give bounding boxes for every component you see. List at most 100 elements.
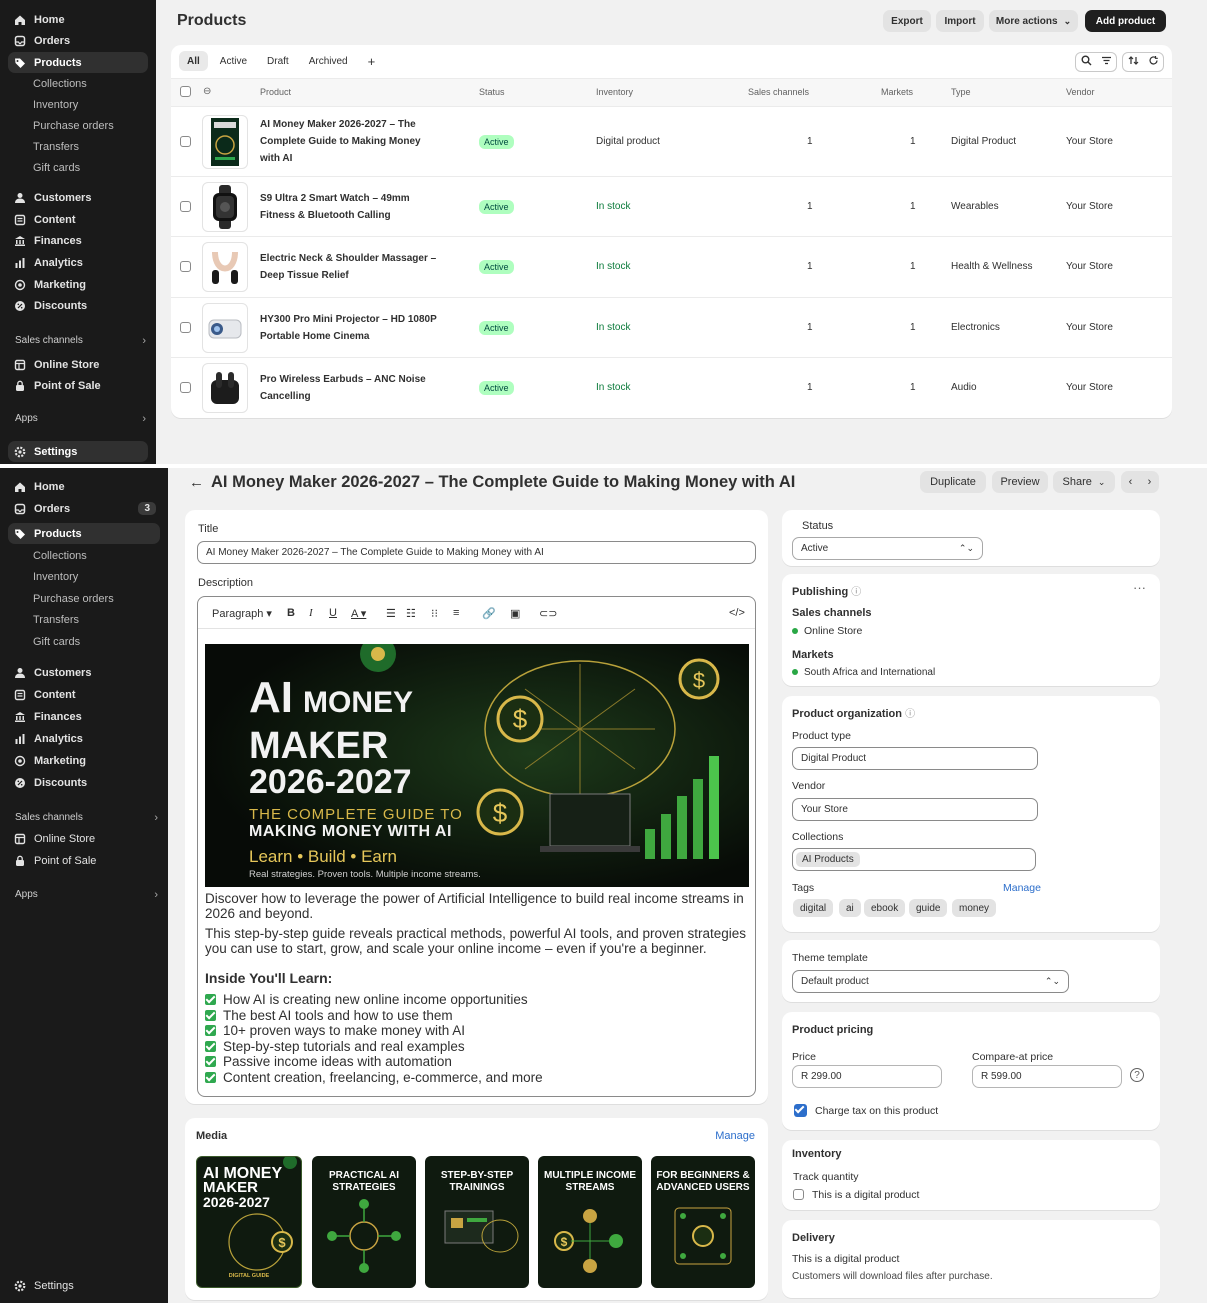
duplicate-button[interactable]: Duplicate [920, 471, 986, 493]
text-color-icon[interactable]: A ▾ [351, 607, 366, 620]
tag-chip[interactable]: ai [839, 899, 861, 917]
sidebar-item-inventory[interactable]: Inventory [8, 566, 160, 587]
paragraph-dropdown[interactable]: Paragraph ▾ [212, 607, 272, 620]
align-icon[interactable]: ☰ [386, 607, 396, 620]
sidebar-item-purchase-orders[interactable]: Purchase orders [8, 588, 160, 609]
tab-all[interactable]: All [179, 51, 208, 71]
sidebar-item-discounts[interactable]: Discounts [8, 772, 160, 793]
row-checkbox[interactable] [180, 382, 191, 393]
sidebar-item-collections[interactable]: Collections [8, 545, 160, 566]
sidebar-sales-channels-header[interactable]: Sales channels › [8, 330, 148, 351]
bold-icon[interactable]: B [287, 607, 295, 619]
vendor-input[interactable]: Your Store [792, 798, 1038, 821]
chevron-left-icon[interactable]: ‹ [1129, 476, 1133, 488]
sidebar-item-settings[interactable]: Settings [8, 441, 148, 462]
sidebar-item-marketing[interactable]: Marketing [8, 274, 148, 295]
code-view-icon[interactable]: </> [729, 607, 745, 619]
indent-icon[interactable]: ☷ [406, 607, 416, 620]
sidebar-item-finances[interactable]: Finances [8, 706, 160, 727]
media-thumbnail[interactable]: AI MONEY MAKER 2026-2027 $ DIGITAL GUIDE [196, 1156, 302, 1288]
tags-manage-link[interactable]: Manage [1003, 882, 1041, 894]
sidebar-item-analytics[interactable]: Analytics [8, 728, 160, 749]
preview-button[interactable]: Preview [992, 471, 1048, 493]
media-thumbnail[interactable]: STEP-BY-STEP TRAININGS [425, 1156, 529, 1288]
collection-chip[interactable]: AI Products [796, 852, 860, 867]
sidebar-item-transfers[interactable]: Transfers [8, 609, 160, 630]
media-thumbnail[interactable]: FOR BEGINNERS & ADVANCED USERS [651, 1156, 755, 1288]
import-button[interactable]: Import [936, 10, 984, 32]
sidebar-item-content[interactable]: Content [8, 684, 160, 705]
sidebar-item-inventory[interactable]: Inventory [8, 94, 148, 115]
select-all-checkbox[interactable] [180, 86, 191, 97]
add-view-button[interactable]: + [360, 51, 384, 71]
prev-next-nav[interactable]: ‹ › [1121, 471, 1159, 493]
product-name-link[interactable]: Pro Wireless Earbuds – ANC Noise Cancell… [260, 371, 435, 405]
sidebar-item-marketing[interactable]: Marketing [8, 750, 160, 771]
more-format-icon[interactable]: ≡ [453, 607, 459, 619]
theme-template-select[interactable]: Default product ⌃⌄ [792, 970, 1069, 993]
tag-chip[interactable]: ebook [864, 899, 906, 917]
sidebar-item-gift-cards[interactable]: Gift cards [8, 157, 148, 178]
collections-input[interactable]: AI Products [792, 848, 1036, 871]
export-button[interactable]: Export [883, 10, 931, 32]
price-input[interactable]: R 299.00 [792, 1065, 942, 1088]
sidebar-item-collections[interactable]: Collections [8, 73, 148, 94]
product-type-input[interactable]: Digital Product [792, 747, 1038, 770]
help-icon[interactable]: ? [1130, 1068, 1144, 1082]
underline-icon[interactable]: U [329, 607, 337, 619]
sort-toggle-icon[interactable]: ⊖ [203, 86, 211, 97]
sidebar-item-pos[interactable]: Point of Sale [8, 850, 160, 871]
share-button[interactable]: Share ⌄ [1053, 471, 1115, 493]
tab-active[interactable]: Active [212, 51, 255, 71]
media-manage-link[interactable]: Manage [715, 1130, 755, 1142]
search-filter-button[interactable] [1075, 52, 1117, 72]
description-editor[interactable]: Paragraph ▾ B I U A ▾ ☰ ☷ ⁝⁝ ≡ 🔗 ▣ ⊂⊃ </… [197, 596, 756, 1097]
table-row[interactable]: Electric Neck & Shoulder Massager – Deep… [171, 236, 1172, 297]
back-arrow-icon[interactable]: ← [189, 474, 204, 491]
link-icon[interactable]: 🔗 [482, 607, 496, 620]
status-select[interactable]: Active ⌃⌄ [792, 537, 983, 560]
sidebar-item-transfers[interactable]: Transfers [8, 136, 148, 157]
sidebar-item-discounts[interactable]: Discounts [8, 295, 148, 316]
sidebar-item-content[interactable]: Content [8, 209, 148, 230]
sidebar-item-online-store[interactable]: Online Store [8, 354, 148, 375]
product-name-link[interactable]: S9 Ultra 2 Smart Watch – 49mm Fitness & … [260, 190, 435, 224]
add-product-button[interactable]: Add product [1085, 10, 1166, 32]
sidebar-item-home[interactable]: Home [8, 476, 160, 497]
sidebar-item-gift-cards[interactable]: Gift cards [8, 631, 160, 652]
row-checkbox[interactable] [180, 261, 191, 272]
more-actions-button[interactable]: More actions ⌄ [989, 10, 1078, 32]
sidebar-item-products[interactable]: Products [8, 523, 160, 544]
tag-chip[interactable]: money [952, 899, 997, 917]
tag-chip[interactable]: guide [909, 899, 948, 917]
sidebar-item-home[interactable]: Home [8, 9, 148, 30]
sidebar-item-customers[interactable]: Customers [8, 662, 160, 683]
sidebar-item-pos[interactable]: Point of Sale [8, 375, 148, 396]
sidebar-sales-channels-header[interactable]: Sales channels › [8, 807, 160, 828]
product-name-link[interactable]: HY300 Pro Mini Projector – HD 1080P Port… [260, 311, 445, 345]
info-icon[interactable]: ⓘ [905, 709, 915, 720]
sidebar-apps-header[interactable]: Apps › [8, 408, 148, 429]
sidebar-item-settings[interactable]: Settings [8, 1275, 160, 1296]
tab-archived[interactable]: Archived [301, 51, 356, 71]
sidebar-apps-header[interactable]: Apps › [8, 884, 160, 905]
title-input[interactable]: AI Money Maker 2026-2027 – The Complete … [197, 541, 756, 564]
product-name-link[interactable]: Electric Neck & Shoulder Massager – Deep… [260, 250, 440, 284]
table-row[interactable]: AI Money Maker 2026-2027 – The Complete … [171, 106, 1172, 176]
table-row[interactable]: Pro Wireless Earbuds – ANC Noise Cancell… [171, 357, 1172, 418]
image-icon[interactable]: ▣ [510, 607, 520, 620]
media-thumbnail[interactable]: MULTIPLE INCOME STREAMS $ [538, 1156, 642, 1288]
row-checkbox[interactable] [180, 201, 191, 212]
row-checkbox[interactable] [180, 136, 191, 147]
embed-icon[interactable]: ⊂⊃ [539, 607, 557, 620]
tags-input[interactable]: digital ai ebook guide money [792, 894, 1040, 922]
sidebar-item-purchase-orders[interactable]: Purchase orders [8, 115, 148, 136]
chevron-right-icon[interactable]: › [1148, 476, 1152, 488]
row-checkbox[interactable] [180, 322, 191, 333]
italic-icon[interactable]: I [309, 607, 313, 619]
tag-chip[interactable]: digital [793, 899, 834, 917]
sidebar-item-products[interactable]: Products [8, 52, 148, 73]
product-name-link[interactable]: AI Money Maker 2026-2027 – The Complete … [260, 116, 435, 167]
sidebar-item-orders[interactable]: Orders 3 [8, 498, 160, 519]
table-row[interactable]: S9 Ultra 2 Smart Watch – 49mm Fitness & … [171, 176, 1172, 236]
